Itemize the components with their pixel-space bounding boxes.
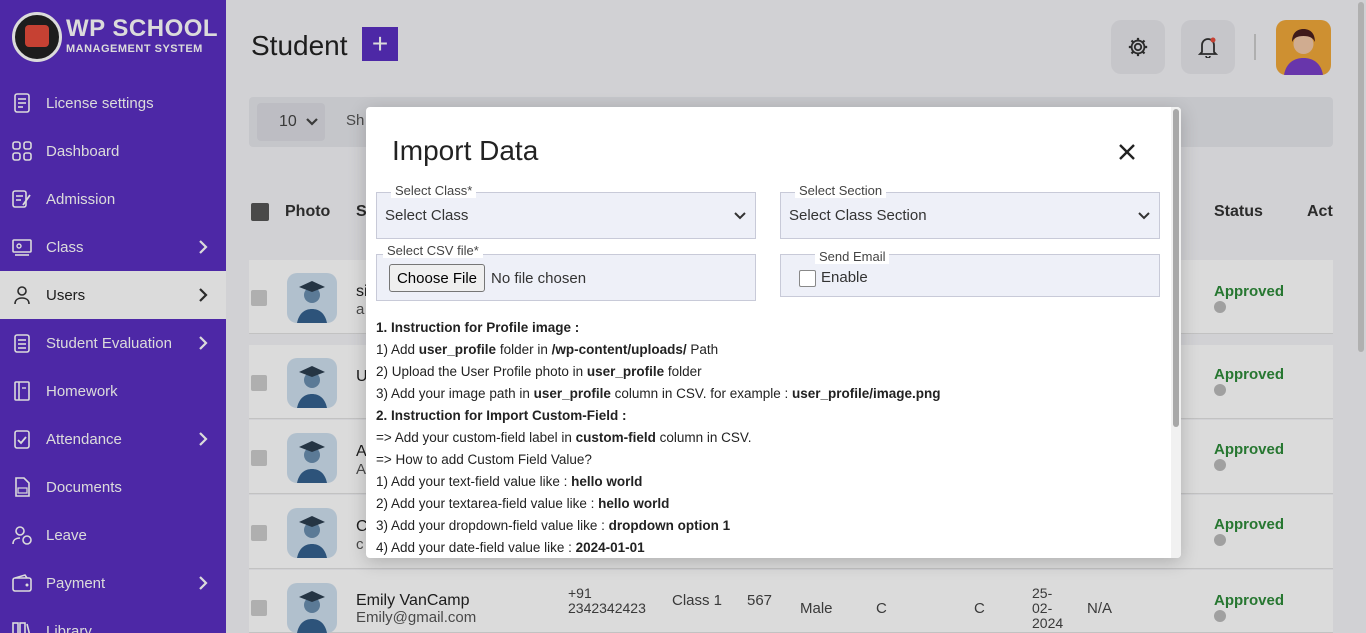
select-section-value: Select Class Section <box>789 207 927 224</box>
page-scrollbar[interactable] <box>1355 0 1366 633</box>
close-icon[interactable] <box>1114 139 1140 165</box>
select-section-dropdown[interactable]: Select Class Section <box>780 192 1160 239</box>
csv-file-field: Choose File No file chosen <box>376 254 756 301</box>
instruction-heading: 1. Instruction for Profile image : <box>376 320 580 335</box>
send-email-label: Send Email <box>815 250 890 264</box>
file-status: No file chosen <box>491 270 587 287</box>
chevron-down-icon <box>1138 212 1150 220</box>
instruction-line: 2) Add your textarea-field value like : … <box>376 496 670 511</box>
instruction-line: 4) Add your date-field value like : 2024… <box>376 540 645 555</box>
chevron-down-icon <box>734 212 746 220</box>
send-email-option[interactable]: Enable <box>821 269 868 286</box>
page-scrollbar-thumb[interactable] <box>1358 2 1364 352</box>
import-data-modal: Import Data Select Class Select Class* S… <box>366 107 1181 558</box>
modal-scrollbar-thumb[interactable] <box>1173 109 1179 427</box>
select-section-label: Select Section <box>795 184 887 198</box>
select-class-label: Select Class* <box>391 184 477 198</box>
instruction-line: 1) Add user_profile folder in /wp-conten… <box>376 342 719 357</box>
send-email-checkbox[interactable] <box>799 270 816 287</box>
instruction-line: 1) Add your text-field value like : hell… <box>376 474 643 489</box>
modal-scrollbar[interactable] <box>1171 107 1181 558</box>
instruction-line: => Add your custom-field label in custom… <box>376 430 752 445</box>
choose-file-button[interactable]: Choose File <box>389 264 485 292</box>
instruction-line: 2) Upload the User Profile photo in user… <box>376 364 702 379</box>
select-class-value: Select Class <box>385 207 469 224</box>
instruction-heading: 2. Instruction for Import Custom-Field : <box>376 408 627 423</box>
select-class-dropdown[interactable]: Select Class <box>376 192 756 239</box>
import-instructions: 1. Instruction for Profile image : 1) Ad… <box>376 317 1166 558</box>
instruction-line: 3) Add your image path in user_profile c… <box>376 386 941 401</box>
modal-title: Import Data <box>392 135 539 166</box>
instruction-line: => How to add Custom Field Value? <box>376 452 592 467</box>
instruction-line: 3) Add your dropdown-field value like : … <box>376 518 731 533</box>
csv-file-label: Select CSV file* <box>383 244 483 258</box>
